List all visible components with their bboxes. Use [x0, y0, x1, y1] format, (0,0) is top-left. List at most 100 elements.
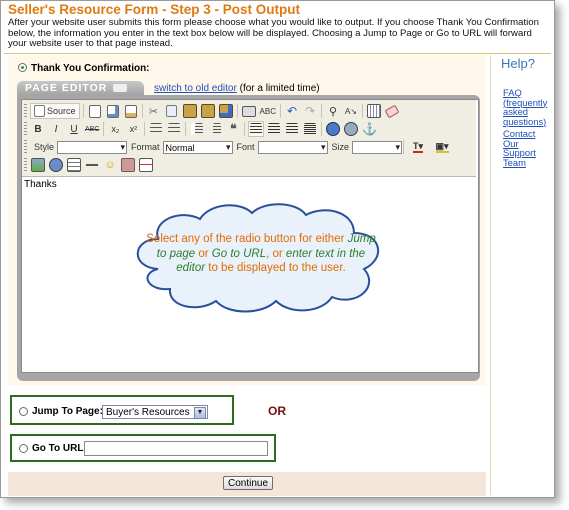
font-dropdown[interactable] — [257, 140, 328, 154]
underline-button[interactable]: U — [66, 121, 82, 137]
print-icon — [241, 105, 256, 117]
align-left-icon — [250, 123, 263, 135]
replace-button[interactable]: A↘ — [342, 103, 359, 119]
page-icon — [88, 104, 101, 118]
size-dropdown[interactable] — [352, 140, 403, 154]
eraser-icon — [384, 104, 400, 118]
callout-emphasis-url: Go to URL — [211, 247, 267, 260]
jump-to-page-radio[interactable] — [19, 407, 28, 416]
faq-link[interactable]: FAQ (frequently asked questions) — [503, 88, 547, 126]
align-center-button[interactable] — [266, 121, 283, 137]
help-title: Help? — [501, 56, 535, 71]
spellcheck-button[interactable]: ABC — [258, 103, 277, 119]
select-all-icon — [366, 104, 381, 118]
cut-icon: ✂ — [148, 105, 159, 118]
find-button[interactable]: ⚲ — [324, 103, 341, 119]
format-value: Normal — [165, 142, 195, 153]
go-to-url-radio[interactable] — [19, 444, 28, 453]
flash-icon — [49, 158, 63, 172]
thank-you-option[interactable]: Thank You Confirmation: — [18, 63, 150, 74]
paste-text-button[interactable] — [199, 103, 216, 119]
indent-button[interactable] — [207, 121, 224, 137]
switch-old-editor-link[interactable]: switch to old editor — [154, 83, 237, 94]
italic-button[interactable]: I — [48, 121, 64, 137]
title-divider — [4, 53, 551, 54]
bg-color-button[interactable]: ▣▾ — [431, 139, 454, 155]
paste-button[interactable] — [181, 103, 198, 119]
contact-support-link[interactable]: Contact Our Support Team — [503, 129, 547, 167]
jump-to-page-option: Jump To Page: Buyer's Resources ▼ — [10, 395, 234, 425]
separator — [82, 104, 84, 118]
horizontal-rule-button[interactable] — [84, 157, 100, 173]
align-right-button[interactable] — [284, 121, 301, 137]
source-button[interactable]: Source — [30, 103, 80, 119]
editor-content[interactable]: Thanks — [24, 179, 57, 190]
separator — [279, 104, 281, 118]
undo-button[interactable]: ↶ — [283, 103, 300, 119]
callout-part: to be displayed to the user. — [205, 262, 346, 275]
justify-button[interactable] — [302, 121, 319, 137]
toolbar-grip — [24, 140, 27, 154]
callout-part: or — [195, 247, 212, 260]
table-button[interactable] — [66, 157, 82, 173]
redo-button[interactable]: ↷ — [301, 103, 318, 119]
smiley-icon: ☺ — [104, 159, 116, 171]
indent-icon — [209, 123, 222, 135]
binoculars-icon: ⚲ — [328, 105, 338, 118]
page-editor-label: PAGE EDITOR — [25, 82, 108, 94]
copy-button[interactable] — [163, 103, 180, 119]
separator — [361, 104, 363, 118]
url-input[interactable] — [84, 441, 268, 456]
paste-word-button[interactable] — [217, 103, 234, 119]
text-color-button[interactable]: T▾ — [407, 139, 430, 155]
form-window: Seller's Resource Form - Step 3 - Post O… — [0, 0, 555, 498]
image-button[interactable] — [30, 157, 46, 173]
preview-button[interactable] — [104, 103, 121, 119]
cut-button[interactable]: ✂ — [145, 103, 162, 119]
superscript-button[interactable]: x² — [125, 121, 142, 137]
templates-button[interactable] — [122, 103, 139, 119]
separator — [141, 104, 143, 118]
select-all-button[interactable] — [365, 103, 382, 119]
jump-page-select[interactable]: Buyer's Resources ▼ — [102, 405, 208, 419]
link-button[interactable] — [325, 121, 342, 137]
smiley-button[interactable]: ☺ — [102, 157, 118, 173]
continue-button[interactable]: Continue — [223, 476, 273, 490]
paste-word-icon — [218, 104, 233, 118]
anchor-icon: ⚓ — [362, 122, 378, 136]
align-center-icon — [268, 123, 281, 135]
toolbar-grip — [24, 158, 27, 172]
align-left-button[interactable] — [248, 121, 265, 137]
print-button[interactable] — [240, 103, 257, 119]
save-button[interactable] — [86, 103, 103, 119]
bullet-list-button[interactable] — [166, 121, 183, 137]
page-break-button[interactable] — [138, 157, 154, 173]
subscript-button[interactable]: x₂ — [107, 121, 124, 137]
tm-badge — [113, 84, 127, 92]
spellcheck-icon: ABC — [259, 106, 276, 116]
go-to-url-option: Go To URL: — [10, 434, 276, 462]
special-char-button[interactable] — [120, 157, 136, 173]
bold-button[interactable]: B — [30, 121, 46, 137]
templates-icon — [124, 104, 137, 118]
remove-format-button[interactable] — [383, 103, 400, 119]
anchor-button[interactable]: ⚓ — [361, 121, 379, 137]
editor-toolbar: Source ✂ ABC ↶ ↷ ⚲ A↘ B I U ABC x₂ x² ❝ … — [22, 100, 476, 177]
switch-editor: switch to old editor (for a limited time… — [154, 83, 320, 94]
text-color-icon: T▾ — [413, 140, 424, 153]
toolbar-grip — [24, 104, 27, 118]
blockquote-button[interactable]: ❝ — [225, 121, 242, 137]
strikethrough-button[interactable]: ABC — [84, 121, 101, 137]
separator — [321, 122, 323, 136]
format-dropdown[interactable]: Normal — [162, 140, 233, 154]
numbered-list-button[interactable] — [148, 121, 165, 137]
style-dropdown[interactable] — [57, 140, 128, 154]
flash-button[interactable] — [48, 157, 64, 173]
unlink-button[interactable] — [343, 121, 360, 137]
separator — [185, 122, 187, 136]
undo-icon: ↶ — [286, 104, 298, 118]
thank-you-radio[interactable] — [18, 63, 27, 72]
outdent-button[interactable] — [189, 121, 206, 137]
jump-to-page-label: Jump To Page: — [32, 406, 103, 417]
style-label: Style — [34, 142, 55, 152]
